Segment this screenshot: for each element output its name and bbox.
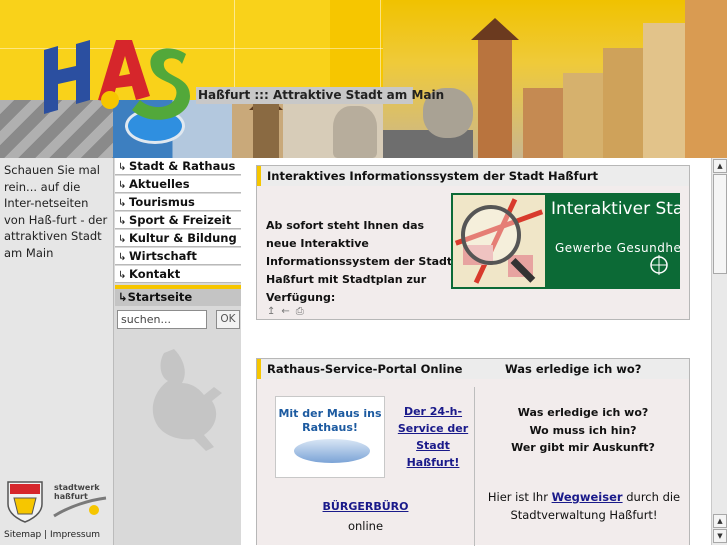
- house: [643, 23, 685, 158]
- top-icon[interactable]: ↥: [267, 306, 281, 317]
- stadtplan-title: Interaktiver Stadtplan: [551, 199, 680, 219]
- info-system-box: Interaktives Informationssystem der Stad…: [256, 165, 690, 320]
- search-input[interactable]: [117, 310, 207, 329]
- house: [603, 48, 643, 158]
- arrow-icon: ↳: [118, 216, 127, 227]
- print-icon[interactable]: ⎙: [296, 306, 310, 317]
- service-24h-link[interactable]: Der 24-h-Service der Stadt Haßfurt!: [395, 403, 471, 471]
- wegweiser-link[interactable]: Wegweiser: [552, 490, 623, 504]
- nav-item-label: Tourismus: [129, 195, 195, 209]
- arrow-icon: ↳: [118, 252, 127, 263]
- arrow-icon: ↳: [118, 162, 127, 173]
- back-icon[interactable]: ←: [281, 306, 295, 317]
- nav-item-aktuelles[interactable]: ↳ Aktuelles: [115, 176, 241, 193]
- map-thumbnail: [453, 195, 545, 287]
- header-town-photo: [383, 0, 727, 158]
- nav-item-sport-freizeit[interactable]: ↳ Sport & Freizeit: [115, 212, 241, 229]
- tower-spire: [471, 18, 519, 40]
- wegweiser-text: Hier ist Ihr Wegweiser durch die Stadtve…: [479, 489, 689, 524]
- compass-icon: [650, 255, 668, 275]
- arrow-icon: ↳: [118, 234, 127, 245]
- coat-of-arms-icon: [7, 481, 43, 523]
- buergerbuero-link[interactable]: BÜRGERBÜRO: [257, 500, 474, 513]
- nav-item-wirtschaft[interactable]: ↳ Wirtschaft: [115, 248, 241, 265]
- nav-item-label: Kultur & Bildung: [129, 231, 237, 245]
- house: [523, 88, 563, 158]
- main-content: Interaktives Informationssystem der Stad…: [241, 158, 711, 546]
- rathaus-portal-box: Rathaus-Service-Portal Online Was erledi…: [256, 358, 691, 546]
- box-toolbar: ↥←⎙: [267, 306, 310, 317]
- nav-item-label: Wirtschaft: [129, 249, 197, 263]
- wegweiser-prefix: Hier ist Ihr: [487, 490, 552, 504]
- mouse-banner-text: Mit der Maus ins Rathaus!: [278, 407, 382, 434]
- nav-item-label: Kontakt: [129, 267, 181, 281]
- magnifier-icon: [461, 205, 521, 265]
- nav-item-label: Stadt & Rathaus: [129, 159, 236, 173]
- arrow-icon: ↳: [118, 180, 127, 191]
- vertical-scrollbar[interactable]: ▲ ▲ ▼: [711, 158, 727, 545]
- page-header: Haßfurt ::: Attraktive Stadt am Main: [0, 0, 727, 158]
- mouse-rathaus-banner[interactable]: Mit der Maus ins Rathaus!: [275, 396, 385, 478]
- question-item: Wo muss ich hin?: [529, 423, 637, 437]
- nav-item-tourismus[interactable]: ↳ Tourismus: [115, 194, 241, 211]
- search-button[interactable]: OK: [216, 310, 240, 329]
- box-header: Interaktives Informationssystem der Stad…: [257, 166, 689, 186]
- tower-building: [478, 38, 512, 158]
- computer-mouse-icon: [294, 439, 370, 463]
- nav-item-stadt-rathaus[interactable]: ↳ Stadt & Rathaus: [115, 158, 241, 175]
- nav-item-kultur-bildung[interactable]: ↳ Kultur & Bildung: [115, 230, 241, 247]
- stadtplan-banner[interactable]: Interaktiver Stadtplan Gewerbe Gesundhei…: [451, 193, 680, 289]
- nav-item-kontakt[interactable]: ↳ Kontakt: [115, 266, 241, 283]
- info-system-text: Ab sofort steht Ihnen das neue Interakti…: [266, 219, 453, 304]
- intro-text: Schauen Sie mal rein... auf die Inter-ne…: [4, 163, 108, 260]
- nav-item-label: Startseite: [127, 290, 193, 304]
- header-gridline: [234, 0, 235, 100]
- scroll-down-icon[interactable]: ▼: [713, 529, 727, 543]
- stadtwerk-label: stadtwerk haßfurt: [54, 483, 100, 501]
- scroll-up-icon[interactable]: ▲: [713, 514, 727, 528]
- site-tagline: Haßfurt ::: Attraktive Stadt am Main: [196, 87, 445, 104]
- online-label: online: [347, 519, 384, 533]
- arrow-icon: ↳: [118, 198, 127, 209]
- question-item: Was erledige ich wo?: [517, 406, 649, 419]
- nav-item-startseite[interactable]: ↳Startseite: [115, 289, 241, 306]
- footer-links[interactable]: Sitemap | Impressum: [4, 530, 100, 540]
- box-header-right: Was erledige ich wo?: [505, 362, 642, 376]
- tower-photo: [253, 102, 279, 158]
- hare-watermark-icon: [152, 349, 222, 451]
- scroll-thumb[interactable]: [713, 174, 727, 274]
- header-gridline: [380, 0, 381, 100]
- nav-item-label: Aktuelles: [129, 177, 190, 191]
- question-item: Wer gibt mir Auskunft?: [511, 441, 655, 454]
- arrow-icon: ↳: [118, 270, 127, 281]
- questions-list: Was erledige ich wo? Wo muss ich hin? We…: [475, 404, 691, 457]
- house: [563, 73, 603, 158]
- statue-photo: [333, 106, 377, 158]
- nav-item-label: Sport & Freizeit: [129, 213, 232, 227]
- left-sidebar: Schauen Sie mal rein... auf die Inter-ne…: [0, 158, 113, 545]
- main-navigation: ↳ Stadt & Rathaus ↳ Aktuelles ↳ Tourismus ↳…: [113, 158, 241, 545]
- scroll-up-icon[interactable]: ▲: [713, 159, 727, 173]
- has-logo: [44, 40, 190, 120]
- house: [685, 0, 727, 158]
- arrow-icon: ↳: [118, 290, 128, 304]
